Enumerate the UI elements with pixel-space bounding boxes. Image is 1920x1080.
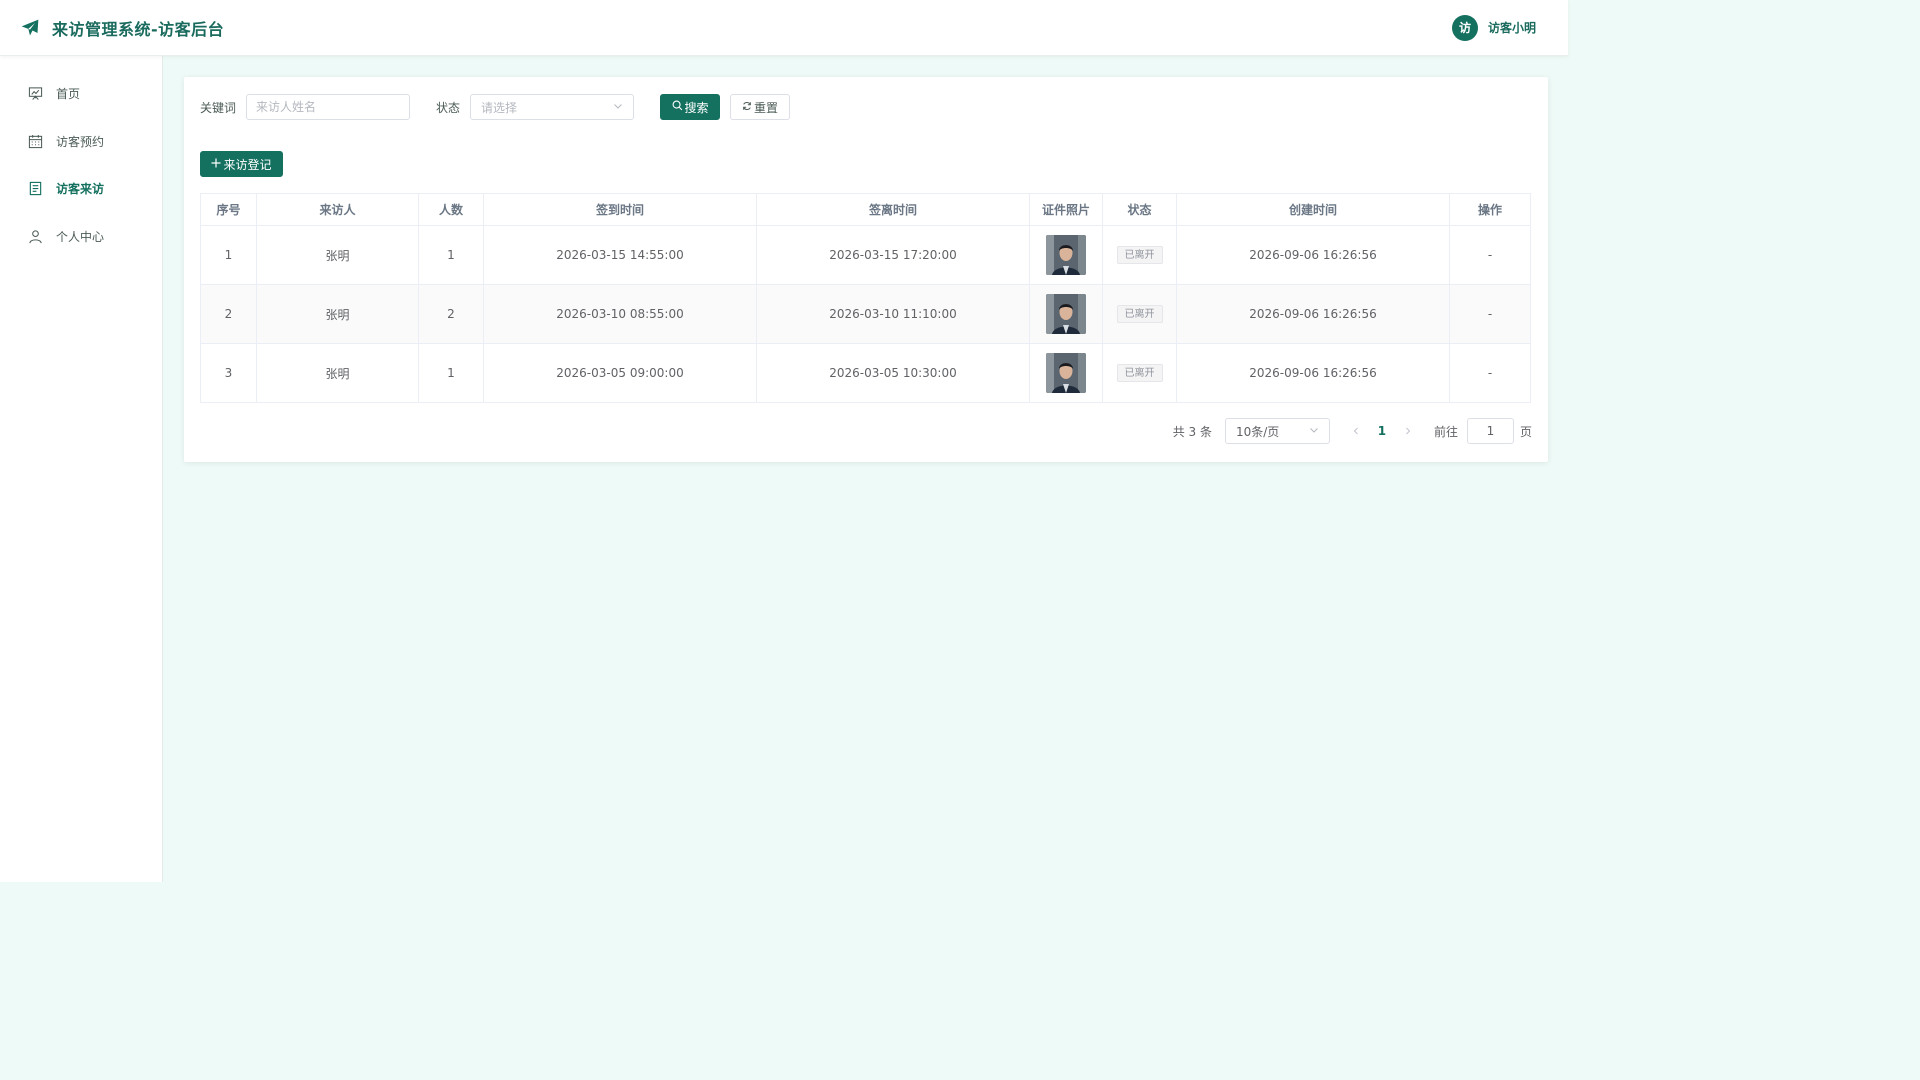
table-row[interactable]: 1 张明 1 2026-03-15 14:55:00 2026-03-15 17… [200,225,1531,285]
cell-created: 2026-09-06 16:26:56 [1176,284,1450,344]
sidebar-item-visitor-appointment[interactable]: 访客预约 [0,118,162,166]
presentation-board-icon [28,86,43,101]
cell-status: 已离开 [1102,343,1177,403]
reset-button-label: 重置 [754,100,779,115]
avatar[interactable]: 访 [1451,14,1478,41]
status-label: 状态 [436,100,461,115]
cell-visitor: 张明 [256,343,419,403]
keyword-input[interactable] [246,94,411,120]
cell-photo [1029,225,1103,285]
col-header-index[interactable]: 序号 [200,193,257,226]
status-select-placeholder: 请选择 [481,100,518,115]
cell-actions: - [1449,225,1531,285]
status-select[interactable]: 请选择 [470,94,635,120]
cell-checkin: 2026-03-10 08:55:00 [483,284,757,344]
col-header-actions[interactable]: 操作 [1449,193,1531,226]
calendar-icon [28,134,43,149]
id-photo-thumbnail[interactable] [1046,353,1086,393]
table-header-row: 序号 来访人 人数 签到时间 签离时间 证件照片 状态 创建时间 操作 [200,193,1531,226]
table-row[interactable]: 2 张明 2 2026-03-10 08:55:00 2026-03-10 11… [200,284,1531,344]
col-header-checkin[interactable]: 签到时间 [483,193,757,226]
chevron-down-icon [613,100,623,114]
cell-visitor: 张明 [256,225,419,285]
cell-index: 3 [200,343,257,403]
prev-page-button[interactable] [1344,424,1368,439]
search-button[interactable]: 搜索 [660,94,721,120]
col-header-visitor[interactable]: 来访人 [256,193,419,226]
col-header-created[interactable]: 创建时间 [1176,193,1450,226]
status-badge: 已离开 [1116,246,1163,264]
chevron-down-icon [1309,424,1319,438]
page-size-value: 10条/页 [1235,424,1280,439]
cell-checkout: 2026-03-10 11:10:00 [756,284,1030,344]
cell-checkout: 2026-03-05 10:30:00 [756,343,1030,403]
cell-count: 1 [418,225,484,285]
cell-count: 2 [418,284,484,344]
cell-status: 已离开 [1102,225,1177,285]
search-button-label: 搜索 [684,100,709,115]
cell-checkin: 2026-03-05 09:00:00 [483,343,757,403]
main-card: 关键词 状态 请选择 搜索 重置 来访登记 [184,77,1548,462]
reset-button[interactable]: 重置 [730,94,791,120]
top-header: 来访管理系统-访客后台 访 访客小明 [0,0,1568,56]
cell-checkout: 2026-03-15 17:20:00 [756,225,1030,285]
keyword-label: 关键词 [200,100,237,115]
sidebar-item-label: 首页 [56,87,81,102]
sidebar-item-visitor-visits[interactable]: 访客来访 [0,165,162,213]
plus-icon [211,157,221,171]
cell-index: 1 [200,225,257,285]
col-header-photo[interactable]: 证件照片 [1029,193,1103,226]
sidebar-item-label: 访客预约 [56,134,105,149]
chevron-left-icon [1353,427,1358,434]
add-visit-label: 来访登记 [223,157,272,172]
page-unit-label: 页 [1519,424,1532,439]
sidebar-item-home[interactable]: 首页 [0,70,162,118]
search-icon [672,100,683,114]
brand: 来访管理系统-访客后台 [20,16,224,40]
id-photo-thumbnail[interactable] [1046,294,1086,334]
refresh-icon [742,100,752,114]
pagination: 共 3 条 10条/页 1 前往 页 [1173,418,1532,444]
status-badge: 已离开 [1116,364,1163,382]
add-visit-button[interactable]: 来访登记 [200,151,283,177]
page-number-current[interactable]: 1 [1368,424,1396,438]
pagination-total: 共 3 条 [1172,424,1212,439]
sidebar-item-label: 个人中心 [56,229,105,244]
cell-created: 2026-09-06 16:26:56 [1176,343,1450,403]
cell-created: 2026-09-06 16:26:56 [1176,225,1450,285]
document-icon [28,181,43,196]
cell-photo [1029,284,1103,344]
chevron-right-icon [1406,427,1411,434]
goto-label: 前往 [1433,424,1458,439]
cell-count: 1 [418,343,484,403]
goto-page-input[interactable] [1466,418,1514,444]
user-name[interactable]: 访客小明 [1488,19,1536,36]
col-header-checkout[interactable]: 签离时间 [756,193,1030,226]
cell-visitor: 张明 [256,284,419,344]
sidebar-item-personal-center[interactable]: 个人中心 [0,213,162,261]
cell-index: 2 [200,284,257,344]
page-size-select[interactable]: 10条/页 [1224,418,1330,444]
paper-plane-icon [20,18,40,38]
id-photo-thumbnail[interactable] [1046,235,1086,275]
app-title: 来访管理系统-访客后台 [52,19,225,39]
user-icon [28,229,43,244]
cell-actions: - [1449,284,1531,344]
next-page-button[interactable] [1396,424,1420,439]
cell-checkin: 2026-03-15 14:55:00 [483,225,757,285]
cell-photo [1029,343,1103,403]
col-header-status[interactable]: 状态 [1102,193,1177,226]
sidebar-item-label: 访客来访 [56,182,105,197]
col-header-count[interactable]: 人数 [418,193,484,226]
status-badge: 已离开 [1116,305,1163,323]
sidebar: 首页 访客预约 访客来访 个人中心 [0,56,163,882]
filter-bar: 关键词 状态 请选择 搜索 重置 [200,94,791,120]
table-row[interactable]: 3 张明 1 2026-03-05 09:00:00 2026-03-05 10… [200,343,1531,403]
visits-table: 序号 来访人 人数 签到时间 签离时间 证件照片 状态 创建时间 操作 1 张明… [200,193,1531,403]
cell-actions: - [1449,343,1531,403]
cell-status: 已离开 [1102,284,1177,344]
user-menu[interactable]: 访 访客小明 [1451,14,1536,41]
